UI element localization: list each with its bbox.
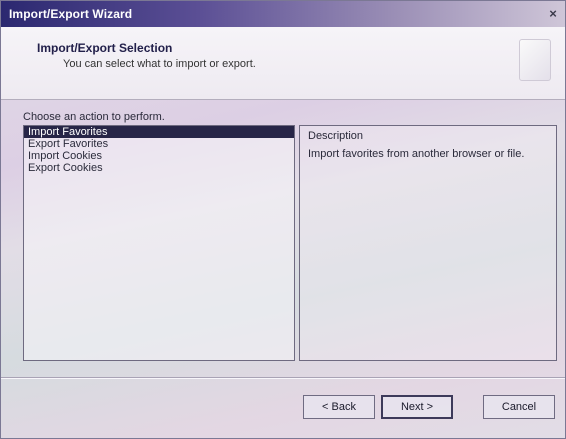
list-item-import-favorites[interactable]: Import Favorites [24,126,294,138]
list-item-export-favorites[interactable]: Export Favorites [24,138,294,150]
description-panel: Description Import favorites from anothe… [299,125,557,361]
action-listbox[interactable]: Import Favorites Export Favorites Import… [23,125,295,361]
page-title: Import/Export Selection [37,41,173,55]
wizard-header: Import/Export Selection You can select w… [1,27,565,100]
back-button[interactable]: < Back [303,395,375,419]
list-item-export-cookies[interactable]: Export Cookies [24,162,294,174]
footer-divider [1,377,565,379]
description-text: Import favorites from another browser or… [308,148,525,160]
close-icon[interactable]: × [545,6,561,21]
list-item-import-cookies[interactable]: Import Cookies [24,150,294,162]
title-bar[interactable]: Import/Export Wizard × [1,1,565,27]
page-subtitle: You can select what to import or export. [63,58,256,70]
import-export-wizard-window: Import/Export Wizard × Import/Export Sel… [0,0,566,439]
description-label: Description [308,130,364,142]
wizard-icon [519,39,551,81]
next-button[interactable]: Next > [381,395,453,419]
action-prompt: Choose an action to perform. [23,111,165,123]
window-title: Import/Export Wizard [9,7,133,21]
cancel-button[interactable]: Cancel [483,395,555,419]
